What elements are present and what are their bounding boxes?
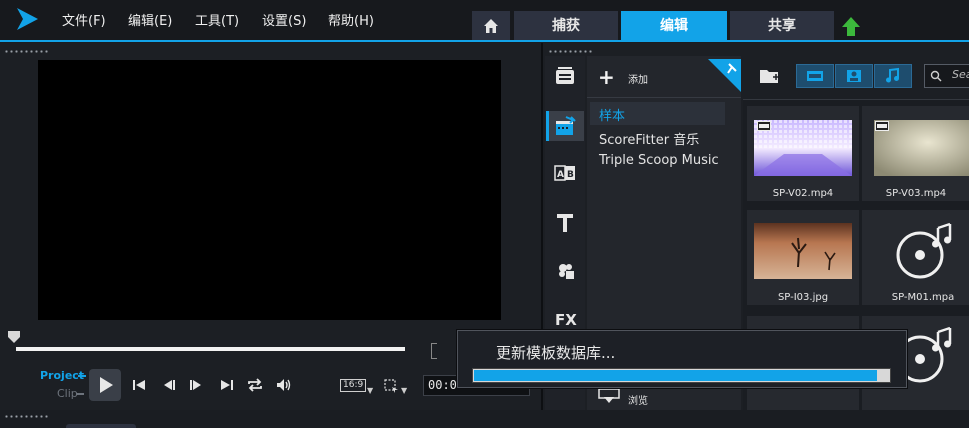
mark-in-bracket[interactable]	[431, 343, 437, 359]
upload-arrow-icon[interactable]	[841, 16, 861, 38]
clip-mode-indicator	[76, 393, 84, 395]
title-icon[interactable]	[552, 210, 578, 236]
video-type-icon	[757, 121, 771, 131]
menu-tools[interactable]: 工具(T)	[195, 10, 239, 29]
clip-mode-label[interactable]: Clip	[57, 387, 78, 400]
svg-text:A: A	[557, 170, 564, 180]
graphics-icon[interactable]	[552, 257, 578, 283]
top-accent-line	[0, 40, 969, 42]
show-audio-toggle[interactable]	[874, 64, 912, 88]
go-to-end-icon[interactable]	[218, 376, 236, 394]
crop-icon[interactable]	[383, 378, 399, 394]
show-videos-toggle[interactable]	[796, 64, 834, 88]
menu-help[interactable]: 帮助(H)	[328, 10, 374, 29]
folder-item-triple-scoop[interactable]: Triple Scoop Music	[590, 150, 725, 173]
menu-edit[interactable]: 编辑(E)	[128, 10, 172, 29]
timeline-area	[0, 412, 969, 428]
timeline-tab[interactable]	[66, 424, 136, 428]
tab-edit[interactable]: 编辑	[621, 11, 727, 41]
transition-icon[interactable]: A B	[552, 160, 578, 186]
play-button[interactable]	[89, 369, 121, 401]
pin-icon[interactable]	[708, 59, 741, 92]
browse-label[interactable]: 浏览	[628, 392, 648, 407]
add-folder-label[interactable]: 添加	[628, 71, 648, 86]
import-folder-icon[interactable]	[759, 67, 781, 85]
aspect-ratio-dropdown-icon[interactable]: ▼	[367, 386, 373, 395]
volume-icon[interactable]	[275, 376, 293, 394]
media-item-label: SP-I03.jpg	[777, 292, 829, 303]
media-item-label: SP-V03.mp4	[885, 188, 947, 199]
search-icon	[930, 70, 942, 82]
media-item-label: SP-V02.mp4	[772, 188, 834, 199]
aspect-ratio-button[interactable]: 16:9	[340, 379, 367, 392]
video-editor-window: 文件(F) 编辑(E) 工具(T) 设置(S) 帮助(H) 捕获 编辑 共享 P…	[0, 0, 969, 428]
preview-window[interactable]	[38, 60, 501, 320]
media-item-label: SP-M01.mpa	[891, 292, 955, 303]
instant-project-icon[interactable]	[552, 114, 578, 140]
app-logo-icon	[17, 8, 38, 30]
progress-bar-fill	[474, 370, 877, 381]
menu-settings[interactable]: 设置(S)	[262, 10, 306, 29]
audio-filter-icon	[886, 67, 899, 83]
add-folder-icon[interactable]: +	[598, 67, 615, 87]
progress-message: 更新模板数据库...	[496, 344, 616, 362]
repeat-icon[interactable]	[246, 376, 264, 394]
audio-file-icon	[896, 222, 952, 279]
media-thumbnail	[754, 223, 852, 279]
crop-dropdown-icon[interactable]: ▼	[401, 386, 407, 395]
folder-item-scorefitter[interactable]: ScoreFitter 音乐	[590, 126, 725, 149]
video-filter-icon	[807, 71, 823, 81]
video-type-icon	[875, 121, 889, 131]
folder-item-samples[interactable]: 样本	[590, 102, 725, 125]
library-grip[interactable]	[548, 50, 592, 53]
home-icon	[484, 19, 498, 33]
show-photos-toggle[interactable]	[835, 64, 873, 88]
project-mode-indicator	[78, 375, 86, 377]
previous-frame-icon[interactable]	[160, 376, 178, 394]
folder-separator	[587, 97, 741, 98]
photo-filter-icon	[847, 70, 861, 82]
tab-home[interactable]	[472, 11, 510, 41]
timeline-grip[interactable]	[4, 415, 50, 418]
menu-file[interactable]: 文件(F)	[62, 10, 106, 29]
scrubber-bar[interactable]	[16, 347, 405, 351]
svg-text:FX: FX	[555, 311, 577, 329]
play-icon	[100, 377, 113, 393]
browse-icon[interactable]	[598, 388, 620, 404]
next-frame-icon[interactable]	[187, 376, 205, 394]
media-library-icon[interactable]	[552, 64, 578, 90]
go-to-start-icon[interactable]	[130, 376, 148, 394]
tab-share[interactable]: 共享	[730, 11, 834, 41]
tab-capture[interactable]: 捕获	[514, 11, 618, 41]
scrubber-handle[interactable]	[8, 331, 20, 343]
svg-text:B: B	[567, 170, 574, 180]
player-grip[interactable]	[4, 50, 50, 53]
filter-fx-icon[interactable]: FX	[552, 305, 578, 331]
